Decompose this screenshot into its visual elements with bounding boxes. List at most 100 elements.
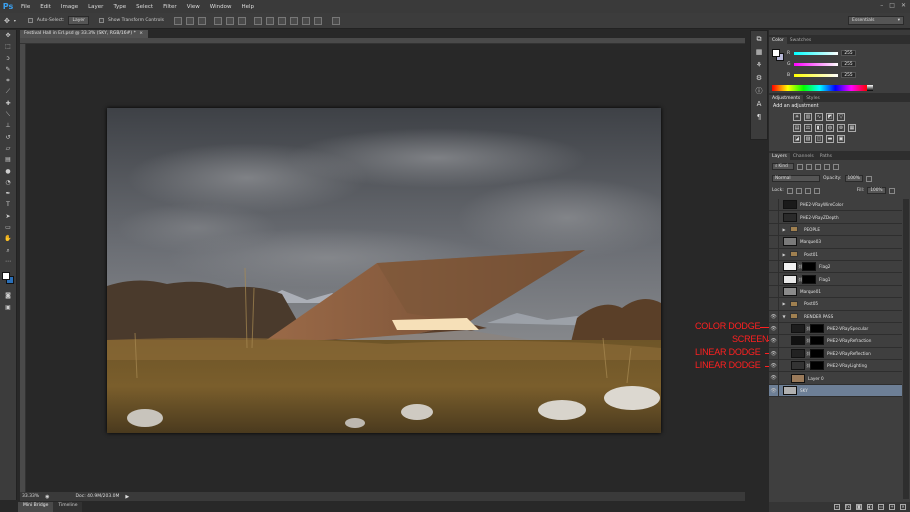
eye-hidden-icon[interactable] [769, 199, 779, 211]
tab-color[interactable]: Color [769, 37, 787, 44]
eye-icon[interactable]: 👁 [769, 384, 779, 397]
character-panel-icon[interactable]: A [754, 99, 764, 109]
move-tool-icon[interactable]: ✥ [3, 31, 14, 41]
filter-shape-icon[interactable] [824, 163, 830, 170]
chevron-right-icon[interactable]: ▶ [781, 301, 787, 306]
layer-row[interactable]: 👁 ⛓ PHE2-VRayRefraction [769, 335, 902, 348]
hue-saturation-icon[interactable]: ▤ [793, 124, 801, 132]
distribute-right-icon[interactable] [314, 16, 322, 25]
layer-row[interactable]: 👁 Layer 0 [769, 372, 902, 385]
tab-timeline[interactable]: Timeline [53, 502, 83, 512]
eye-hidden-icon[interactable] [769, 298, 779, 310]
layer-mask-thumbnail[interactable] [802, 262, 816, 272]
close-document-icon[interactable]: × [139, 31, 143, 36]
menu-filter[interactable]: Filter [158, 4, 182, 10]
distribute-bottom-icon[interactable] [278, 16, 286, 25]
color-lookup-icon[interactable]: ▦ [848, 124, 856, 132]
new-group-icon[interactable]: ▭ [878, 504, 884, 510]
zoom-level[interactable]: 33.33% [22, 494, 39, 499]
eye-hidden-icon[interactable] [769, 248, 779, 260]
layer-thumbnail[interactable] [791, 324, 805, 334]
tab-swatches[interactable]: Swatches [787, 37, 815, 44]
add-mask-icon[interactable]: ◙ [856, 504, 862, 510]
align-vcenter-icon[interactable] [186, 16, 194, 25]
menu-layer[interactable]: Layer [83, 4, 108, 10]
layer-thumbnail[interactable] [783, 274, 797, 284]
channel-value-input[interactable]: 255 [841, 61, 856, 67]
layer-mask-thumbnail[interactable] [810, 336, 824, 346]
menu-edit[interactable]: Edit [35, 4, 56, 10]
layer-row[interactable]: ⛓ Flag1 [769, 273, 902, 286]
tab-mini-bridge[interactable]: Mini Bridge [18, 502, 54, 512]
marquee-tool-icon[interactable]: ⬚ [3, 42, 14, 52]
eye-icon[interactable]: 👁 [769, 372, 779, 384]
workspace-dropdown[interactable]: Essentials ▾ [848, 16, 904, 25]
healing-brush-tool-icon[interactable]: ✚ [3, 99, 14, 109]
crop-tool-icon[interactable]: ⌗ [3, 76, 14, 86]
tool-preset-arrow-icon[interactable]: ▾ [14, 18, 16, 23]
layer-thumbnail[interactable] [791, 348, 805, 358]
link-icon[interactable]: ⛓ [806, 338, 811, 343]
layer-thumbnail[interactable] [791, 336, 805, 346]
blend-mode-dropdown[interactable]: Normal [772, 175, 820, 182]
eye-icon[interactable]: 👁 [769, 335, 779, 347]
gradient-tool-icon[interactable]: ▤ [3, 155, 14, 165]
posterize-icon[interactable]: ▨ [804, 135, 812, 143]
eye-icon[interactable]: 👁 [769, 360, 779, 372]
selective-color-icon[interactable]: ▣ [837, 135, 845, 143]
lasso-tool-icon[interactable]: ↄ [3, 54, 14, 64]
exposure-icon[interactable]: ◩ [826, 113, 834, 121]
align-hcenter-icon[interactable] [226, 16, 234, 25]
lock-image-icon[interactable] [795, 187, 802, 194]
filter-type-icon[interactable] [815, 163, 821, 170]
auto-align-icon[interactable] [332, 16, 340, 25]
layer-row[interactable]: ⛓ Flag2 [769, 260, 902, 274]
show-transform-checkbox[interactable] [99, 18, 104, 23]
auto-select-dropdown[interactable]: Layer [68, 16, 89, 25]
eye-hidden-icon[interactable] [769, 285, 779, 298]
align-left-icon[interactable] [214, 16, 222, 25]
opacity-input[interactable]: 100% [844, 175, 863, 182]
zoom-tool-icon[interactable]: ⌕ [3, 246, 14, 256]
info-panel-icon[interactable]: ⓘ [754, 86, 764, 96]
eraser-tool-icon[interactable]: ▱ [3, 144, 14, 154]
eye-hidden-icon[interactable] [769, 260, 779, 273]
tab-channels[interactable]: Channels [790, 153, 817, 160]
layer-thumbnail[interactable] [791, 373, 805, 383]
panel-foreground-swatch[interactable] [772, 49, 780, 57]
layer-mask-thumbnail[interactable] [810, 361, 824, 371]
color-balance-icon[interactable]: ⚖ [804, 124, 812, 132]
eye-icon[interactable]: 👁 [769, 347, 779, 360]
maximize-button[interactable]: □ [889, 2, 895, 9]
eye-hidden-icon[interactable] [769, 211, 779, 223]
layer-row[interactable]: 👁 ⛓ PHE2-VRayLighting [769, 360, 902, 373]
lock-position-icon[interactable] [804, 187, 811, 194]
layer-thumbnail[interactable] [783, 386, 797, 396]
more-tools-icon[interactable]: ⋯ [3, 257, 14, 267]
layer-thumbnail[interactable] [783, 286, 797, 296]
document-image[interactable] [107, 108, 661, 433]
menu-select[interactable]: Select [131, 4, 158, 10]
link-icon[interactable]: ⛓ [798, 264, 803, 269]
pen-tool-icon[interactable]: ✒ [3, 189, 14, 199]
distribute-top-icon[interactable] [254, 16, 262, 25]
eye-icon[interactable]: 👁 [769, 310, 779, 322]
chevron-right-icon[interactable]: ▶ [781, 227, 787, 232]
align-bottom-icon[interactable] [198, 16, 206, 25]
eye-hidden-icon[interactable] [769, 236, 779, 248]
curves-icon[interactable]: ∿ [815, 113, 823, 121]
clone-stamp-tool-icon[interactable]: ⊥ [3, 121, 14, 131]
layer-row[interactable]: ▶ PEOPLE [769, 223, 902, 237]
status-menu-icon[interactable]: ▶ [125, 494, 129, 500]
layer-row[interactable]: 👁 SKY [769, 384, 902, 398]
status-info-icon[interactable]: ◉ [45, 494, 49, 500]
levels-icon[interactable]: ▥ [804, 113, 812, 121]
blur-tool-icon[interactable]: ● [3, 167, 14, 177]
align-right-icon[interactable] [238, 16, 246, 25]
brightness-icon[interactable]: ☀ [793, 113, 801, 121]
color-swatches[interactable] [1, 271, 16, 287]
chevron-down-icon[interactable]: ▼ [781, 314, 787, 319]
invert-icon[interactable]: ◪ [793, 135, 801, 143]
eyedropper-tool-icon[interactable]: ⟋ [3, 87, 14, 97]
brush-panel-icon[interactable]: ⚘ [754, 60, 764, 70]
